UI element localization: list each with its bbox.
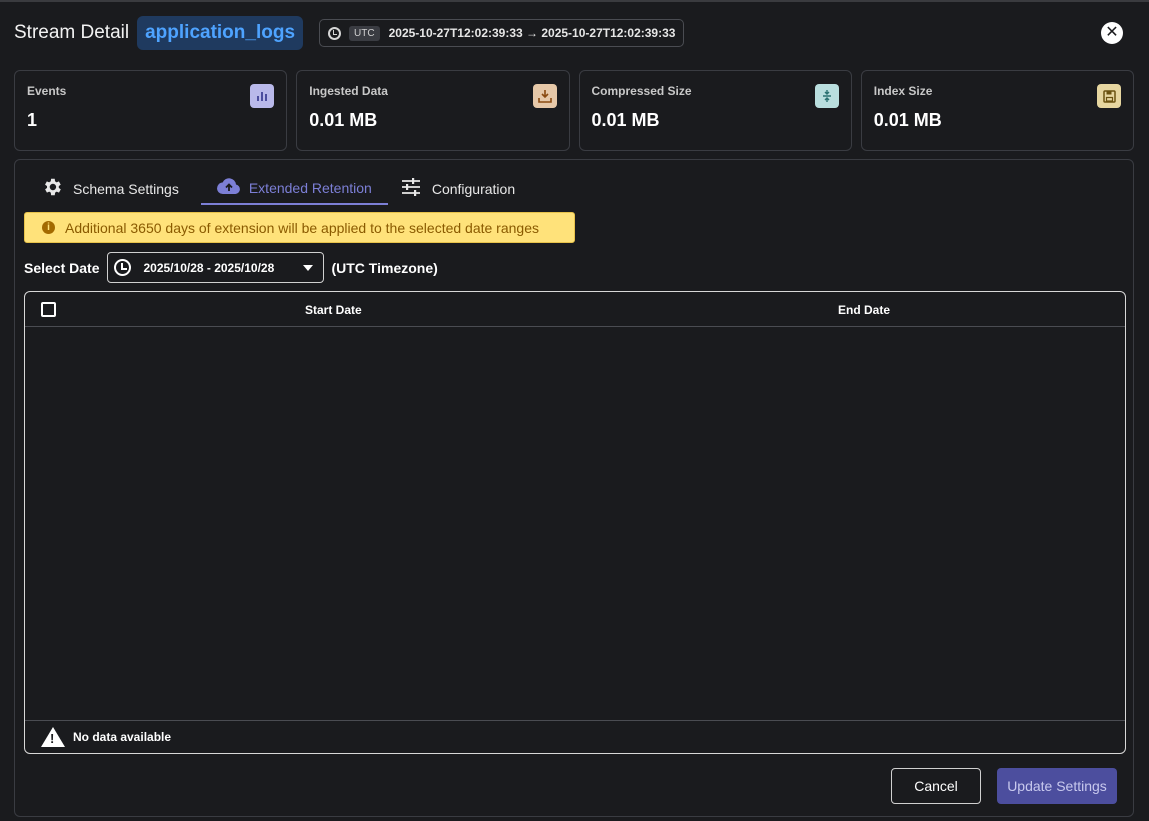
stat-value: 0.01 MB: [309, 110, 378, 130]
retention-panel: Schema Settings Extended Retention Confi…: [14, 159, 1134, 817]
stat-card-ingested: Ingested Data 0.01 MB: [296, 70, 570, 151]
date-ranges-table: Start Date End Date No data available: [24, 291, 1126, 754]
alert-text: Additional 3650 days of extension will b…: [65, 219, 539, 236]
dialog-header: Stream Detail application_logs UTC 2025-…: [0, 2, 1149, 64]
info-icon: i: [42, 221, 55, 234]
stat-value: 1: [27, 110, 38, 130]
tab-schema-settings[interactable]: Schema Settings: [35, 172, 195, 205]
cancel-button[interactable]: Cancel: [891, 768, 981, 804]
clock-icon: [114, 259, 132, 276]
stat-card-compressed: Compressed Size 0.01 MB: [578, 70, 852, 151]
select-all-checkbox[interactable]: [41, 302, 56, 317]
date-filter-row: Select Date 2025/10/28 - 2025/10/28 (UTC…: [24, 252, 438, 283]
stream-name-badge: application_logs: [137, 16, 304, 50]
compress-icon: [814, 84, 839, 108]
timezone-chip: UTC: [349, 25, 380, 41]
save-icon: [1097, 84, 1121, 108]
cloud-upload-icon: [216, 177, 240, 199]
download-tray-icon: [532, 84, 557, 108]
sliders-icon: [400, 177, 422, 200]
stat-value: 0.01 MB: [873, 110, 942, 130]
tab-label: Extended Retention: [248, 179, 372, 196]
table-header: Start Date End Date: [25, 292, 1125, 327]
select-date-label: Select Date: [24, 259, 100, 276]
stat-value: 0.01 MB: [591, 110, 660, 130]
empty-state-text: No data available: [73, 730, 172, 744]
gear-icon: [41, 176, 63, 202]
stats-row: Events 1 Ingested Data 0.01 MB Compresse…: [14, 70, 1134, 151]
table-empty-footer: No data available: [25, 720, 1125, 753]
dialog-title: Stream Detail: [14, 22, 130, 43]
column-header-start-date: Start Date: [305, 303, 362, 317]
stat-label: Compressed Size: [591, 84, 692, 98]
timezone-note: (UTC Timezone): [331, 259, 438, 276]
tab-label: Schema Settings: [73, 180, 179, 197]
column-header-end-date: End Date: [838, 303, 891, 317]
caret-down-icon: [303, 265, 314, 271]
update-settings-button[interactable]: Update Settings: [997, 768, 1117, 804]
tab-configuration[interactable]: Configuration: [394, 172, 531, 205]
warning-icon: [41, 727, 65, 747]
time-range-text: 2025-10-27T12:02:39:33 → 2025-10-27T12:0…: [388, 26, 676, 40]
time-range-display: UTC 2025-10-27T12:02:39:33 → 2025-10-27T…: [319, 19, 685, 47]
date-range-picker[interactable]: 2025/10/28 - 2025/10/28: [107, 252, 325, 283]
stat-label: Events: [27, 84, 67, 98]
stat-label: Ingested Data: [309, 84, 388, 98]
tab-bar: Schema Settings Extended Retention Confi…: [35, 172, 537, 205]
bar-chart-icon: [250, 84, 275, 108]
stat-card-index: Index Size 0.01 MB: [860, 70, 1134, 151]
date-range-value: 2025/10/28 - 2025/10/28: [143, 260, 275, 275]
close-icon[interactable]: ✕: [1101, 22, 1123, 44]
stat-label: Index Size: [873, 84, 933, 98]
stat-card-events: Events 1: [14, 70, 288, 151]
tab-label: Configuration: [431, 180, 516, 197]
tab-extended-retention[interactable]: Extended Retention: [200, 172, 388, 205]
clock-icon: [328, 26, 342, 40]
extension-alert: i Additional 3650 days of extension will…: [24, 212, 575, 243]
